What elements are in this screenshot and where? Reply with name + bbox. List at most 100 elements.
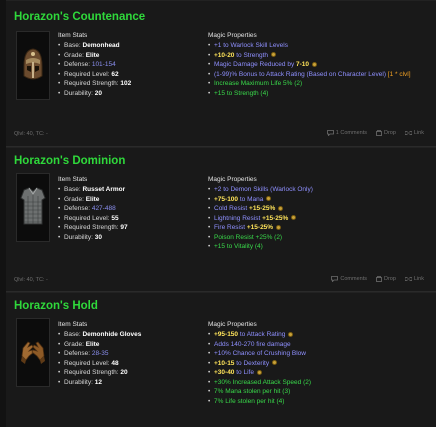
magic-property: +15 to Strength (4) — [208, 89, 411, 99]
property-text: Adds 140-270 fire damage — [214, 340, 291, 348]
property-text: +15-25% — [262, 214, 289, 222]
magic-property: +10-15 to Dexterity — [208, 359, 311, 369]
property-text: Magic Damage Reduced by — [214, 61, 297, 68]
item-stat-row: Grade: Elite — [58, 195, 128, 205]
item-stat-row: Durability: 30 — [58, 233, 128, 243]
stat-value: Russet Armor — [82, 186, 126, 193]
magic-property: Lightning Resist +15-25% — [208, 214, 313, 224]
drop-button[interactable]: Drop — [376, 130, 396, 136]
stat-label: Base: — [64, 331, 83, 338]
magic-properties-heading: Magic Properties — [208, 321, 257, 328]
variable-roll-icon — [288, 331, 294, 337]
item-title[interactable]: Horazon's Hold — [14, 300, 98, 312]
property-text: Fire Resist — [214, 224, 247, 231]
magic-property: 7% Life stolen per hit (4) — [208, 397, 311, 407]
item-stat-row: Required Level: 62 — [58, 70, 131, 80]
item-card-countenance: Horazon's Countenance Item Stats Base: D… — [6, 0, 436, 146]
property-text: +1 to Warlock Skill Levels — [214, 42, 288, 49]
stat-value: 30 — [94, 233, 102, 241]
item-stat-row: Grade: Elite — [58, 51, 131, 61]
link-icon — [404, 131, 412, 135]
qlvl-tc-info: Qlvl: 40, TC: - — [14, 131, 48, 137]
property-text: +30-40 — [214, 369, 235, 376]
item-title[interactable]: Horazon's Dominion — [14, 155, 125, 167]
item-stat-row: Required Strength: 97 — [58, 223, 128, 233]
link-label: Link — [413, 276, 424, 282]
comments-button[interactable]: Comments — [331, 276, 367, 282]
link-button[interactable]: Link — [404, 276, 424, 282]
stat-value: 28-35 — [91, 350, 109, 357]
property-text: to Attack Rating — [238, 331, 286, 338]
property-text: Cold Resist — [214, 205, 250, 212]
property-text: +15 to Vitality (4) — [214, 243, 263, 250]
property-text: Increase Maximum Life 5% (2) — [214, 80, 303, 87]
property-text: +10% Chance of Crushing Blow — [214, 350, 306, 357]
stat-value: 20 — [120, 369, 128, 376]
drop-label: Drop — [383, 276, 396, 282]
property-text: +30% Increased Attack Speed (2) — [214, 378, 312, 386]
item-stats-list: Base: DemonheadGrade: EliteDefense: 101-… — [58, 41, 131, 98]
drop-button[interactable]: Drop — [376, 276, 396, 282]
variable-roll-icon — [266, 196, 272, 202]
drop-label: Drop — [383, 130, 396, 136]
variable-roll-icon — [276, 224, 282, 230]
property-text: +95-150 — [214, 331, 239, 338]
stat-label: Required Level: — [64, 359, 112, 367]
drop-icon — [376, 130, 382, 136]
variable-roll-icon — [256, 369, 262, 375]
item-stat-row: Required Strength: 20 — [58, 368, 141, 378]
magic-property: +1 to Warlock Skill Levels — [208, 41, 411, 51]
item-stat-row: Base: Demonhead — [58, 41, 131, 51]
stat-label: Defense: — [64, 350, 92, 357]
variable-roll-icon — [291, 215, 297, 221]
item-title[interactable]: Horazon's Countenance — [14, 11, 145, 23]
comments-button[interactable]: 1 Comments — [326, 130, 367, 136]
stat-value: 48 — [111, 359, 119, 367]
variable-roll-icon — [312, 61, 318, 67]
stat-value: 102 — [120, 80, 132, 87]
property-text: +10-20 — [214, 51, 235, 59]
stat-label: Required Strength: — [64, 369, 121, 376]
stat-label: Base: — [64, 186, 83, 193]
item-image-gloves — [16, 318, 50, 387]
item-stats-heading: Item Stats — [58, 321, 88, 328]
item-stat-row: Required Level: 48 — [58, 359, 141, 369]
property-text: +15-25% — [249, 205, 276, 212]
comments-label: 1 Comments — [335, 130, 367, 136]
qlvl-tc-info: Qlvl: 40, TC: - — [14, 277, 48, 283]
property-text: to Dexterity — [234, 359, 270, 367]
stat-label: Grade: — [64, 195, 86, 203]
item-stat-row: Required Strength: 102 — [58, 79, 131, 89]
armor-icon — [20, 186, 46, 224]
stat-value: 101-154 — [91, 61, 116, 68]
property-text: 7% Mana stolen per hit (3) — [214, 388, 291, 395]
variable-roll-icon — [272, 360, 278, 366]
variable-roll-icon — [271, 52, 277, 58]
item-stats-list: Base: Russet Armor Grade: EliteDefense: 4… — [58, 185, 128, 242]
stat-value: Demonhide Gloves — [82, 331, 142, 338]
magic-property: +10-20 to Strength — [208, 51, 411, 61]
stat-label: Required Level: — [64, 70, 112, 78]
magic-properties-list: +95-150 to Attack RatingAdds 140-270 fir… — [208, 330, 311, 406]
link-button[interactable]: Link — [404, 130, 424, 136]
magic-property: Increase Maximum Life 5% (2) — [208, 79, 411, 89]
stat-label: Required Level: — [64, 214, 112, 222]
item-stat-row: Required Level: 55 — [58, 214, 128, 224]
stat-value: 20 — [94, 89, 102, 97]
drop-icon — [376, 276, 382, 282]
magic-properties-heading: Magic Properties — [208, 176, 257, 183]
item-stat-row: Defense: 427-488 — [58, 204, 128, 214]
property-text: to Strength — [234, 51, 269, 59]
link-icon — [404, 277, 412, 281]
magic-property: +95-150 to Attack Rating — [208, 330, 311, 340]
property-text: +75-100 — [214, 195, 239, 203]
magic-property: +15 to Vitality (4) — [208, 242, 313, 252]
item-stat-row: Base: Demonhide Gloves — [58, 330, 141, 340]
magic-property: Magic Damage Reduced by 7-10 — [208, 60, 411, 70]
stat-value: Demonhead — [82, 42, 120, 49]
property-text: +15 to Strength (4) — [214, 89, 269, 97]
variable-roll-icon — [278, 205, 284, 211]
stat-label: Durability: — [64, 233, 95, 241]
magic-property: 7% Mana stolen per hit (3) — [208, 387, 311, 397]
stat-value: 62 — [111, 70, 119, 78]
